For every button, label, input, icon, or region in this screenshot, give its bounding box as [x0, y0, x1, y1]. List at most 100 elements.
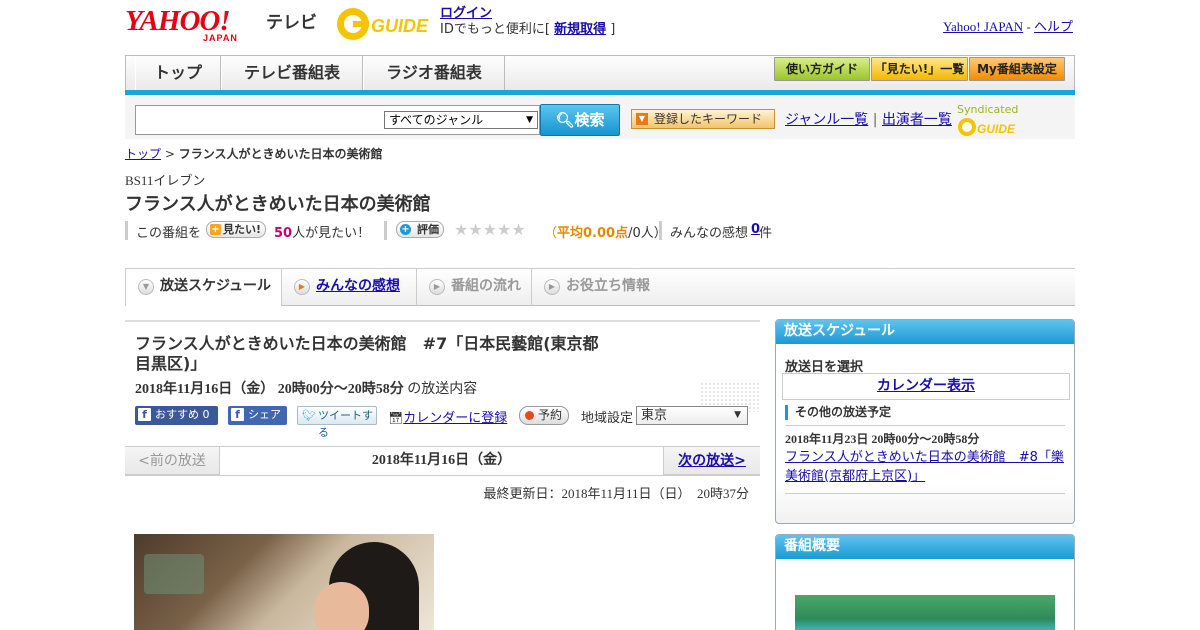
chevron-down-icon: ▼ [734, 410, 741, 420]
nav-tab-top[interactable]: トップ [135, 56, 221, 91]
performer-list-link[interactable]: 出演者一覧 [882, 112, 952, 128]
breadcrumb: トップ > フランス人がときめいた日本の美術館 [125, 145, 383, 162]
mitai-button[interactable]: + 見たい! [206, 221, 267, 238]
other-broadcast-item: フランス人がときめいた日本の美術館 #8「樂美術館(京都府上京区)」 [785, 448, 1067, 486]
header-links: Yahoo! JAPAN - ヘルプ [943, 16, 1073, 35]
mitai-count: 50 [274, 226, 293, 241]
dropdown-arrow-icon: ▼ [636, 113, 648, 125]
mitai-list-button[interactable]: 「見たい!」一覧 [871, 57, 968, 81]
other-broadcast-date: 2018年11月23日 20時00分～20時58分 [785, 432, 980, 446]
divider: | [872, 112, 878, 128]
mitai-count-text: 50人が見たい！ [274, 222, 370, 241]
plus-icon: + [210, 224, 221, 235]
calendar-icon: 📅︎ [388, 411, 404, 425]
episode-datetime-row: 2018年11月16日（金） 20時00分～20時58分 の放送内容 [135, 378, 477, 398]
breadcrumb-current: フランス人がときめいた日本の美術館 [178, 147, 383, 161]
calendar-view-link[interactable]: カレンダー表示 [877, 378, 975, 394]
header-dash: - [1023, 19, 1034, 34]
facebook-recommend-button[interactable]: f おすすめ 0 [135, 406, 218, 425]
calendar-view-button[interactable]: カレンダー表示 [782, 373, 1070, 400]
genre-list-link[interactable]: ジャンル一覧 [785, 112, 868, 128]
current-broadcast-date: 2018年11月16日（金） [220, 447, 663, 475]
breadcrumb-top-link[interactable]: トップ [125, 147, 161, 161]
tab-label: お役立ち情報 [566, 278, 650, 294]
tab-label: 放送スケジュール [160, 278, 272, 294]
genre-select[interactable]: すべてのジャンル ▼ [384, 111, 538, 129]
divider [785, 425, 1065, 426]
facebook-icon: f [138, 408, 151, 421]
nav-tab-radio-schedule[interactable]: ラジオ番組表 [363, 56, 505, 91]
svg-text:GUIDE: GUIDE [977, 122, 1016, 136]
tab-useful-info[interactable]: ▶ お役立ち情報 [532, 269, 667, 306]
gguide-logo[interactable]: GUIDE [335, 6, 435, 42]
episode-thumbnail-image [134, 534, 434, 630]
tv-label: テレビ [266, 13, 317, 33]
rating-summary: （平均0.00点/0人） [544, 222, 667, 241]
chevron-right-icon: ▶ [429, 279, 445, 295]
facebook-share-button[interactable]: f シェア [228, 406, 287, 425]
syndicated-gguide-badge: Syndicated GUIDE [957, 103, 1075, 138]
rating-pre: （ [544, 226, 558, 241]
program-summary-header: 番組概要 [776, 535, 1074, 559]
tweet-label: ツイートする [318, 409, 373, 439]
search-links: ジャンル一覧 | 出演者一覧 [785, 109, 952, 129]
chevron-down-icon: ▼ [138, 279, 154, 295]
chevron-right-icon: ▶ [294, 279, 310, 295]
episode-datetime-suffix: の放送内容 [407, 382, 478, 397]
region-label: 地域設定 [581, 411, 634, 426]
prev-broadcast-link[interactable]: <前の放送 [125, 447, 220, 475]
program-info-bar: この番組を + 見たい! 50人が見たい！ + 評価 ★★★★★ （平均0.00点/… [125, 220, 925, 242]
search-button[interactable]: 🔍︎検索 [540, 104, 620, 136]
breadcrumb-separator: > [164, 147, 175, 161]
divider [659, 221, 662, 240]
calendar-register[interactable]: 📅︎カレンダーに登録 [388, 407, 507, 426]
divider [785, 493, 1065, 494]
gguide-small-logo: GUIDE [958, 118, 1016, 136]
chevron-down-icon: ▼ [526, 115, 533, 125]
my-schedule-settings-button[interactable]: My番組表設定 [969, 57, 1065, 81]
registered-keyword-button[interactable]: ▼ 登録したキーワード [631, 109, 775, 129]
reserve-button[interactable]: 予約 [519, 406, 569, 425]
tab-program-flow[interactable]: ▶ 番組の流れ [417, 269, 532, 306]
search-bar: すべてのジャンル ▼ 🔍︎検索 ▼ 登録したキーワード ジャンル一覧 | 出演者… [125, 95, 1075, 139]
thumbnail-person-face [314, 582, 369, 630]
yahoo-japan-link[interactable]: Yahoo! JAPAN [943, 19, 1023, 34]
login-link[interactable]: ログイン [440, 6, 492, 21]
share-toolbar: f おすすめ 0 f シェア 🐦︎ ツイートする 📅︎カレンダーに登録 予約 地域設定… [135, 406, 760, 439]
channel-name: BS11イレブン [125, 173, 206, 188]
episode-datetime: 2018年11月16日（金） 20時00分～20時58分 [135, 382, 404, 397]
next-broadcast-link[interactable]: 次の放送> [663, 447, 760, 475]
next-broadcast-label[interactable]: 次の放送> [678, 453, 746, 469]
yahoo-japan-logo[interactable]: YAHOO! JAPAN [125, 6, 265, 46]
twitter-bird-icon: 🐦︎ [302, 409, 316, 422]
divider [384, 221, 387, 240]
reserve-label: 予約 [538, 408, 563, 422]
guide-button[interactable]: 使い方ガイド [774, 57, 870, 81]
rating-stars: ★★★★★ [454, 220, 526, 239]
registered-keyword-label: 登録したキーワード [654, 112, 763, 126]
facebook-share-label: シェア [248, 408, 281, 421]
page-title: フランス人がときめいた日本の美術館 [125, 194, 431, 215]
rate-button[interactable]: + 評価 [396, 221, 444, 238]
help-link[interactable]: ヘルプ [1034, 19, 1073, 34]
tweet-button[interactable]: 🐦︎ ツイートする [297, 406, 377, 439]
tab-broadcast-schedule[interactable]: ▼ 放送スケジュール [125, 269, 282, 306]
region-select-value: 東京 [641, 408, 668, 423]
tab-label: 番組の流れ [451, 278, 521, 294]
program-summary-box: 番組概要 [775, 534, 1075, 630]
mitai-prefix: この番組を [136, 226, 202, 241]
main-content: フランス人がときめいた日本の美術館 #7「日本民藝館(東京都目黒区)」 2018… [125, 320, 760, 630]
record-icon [525, 411, 534, 420]
chevron-right-icon: ▶ [544, 279, 560, 295]
program-summary-image [795, 595, 1055, 630]
global-nav: トップ テレビ番組表 ラジオ番組表 使い方ガイド 「見たい!」一覧 My番組表設… [125, 55, 1075, 91]
schedule-sidebar-header: 放送スケジュール [776, 320, 1074, 344]
signup-link[interactable]: 新規取得 [554, 22, 606, 37]
tab-impressions[interactable]: ▶ みんなの感想 [282, 269, 417, 306]
login-text-end: ] [610, 22, 616, 37]
other-broadcast-link[interactable]: フランス人がときめいた日本の美術館 #8「樂美術館(京都府上京区)」 [785, 450, 1064, 484]
nav-tab-tv-schedule[interactable]: テレビ番組表 [221, 56, 363, 91]
calendar-register-link[interactable]: カレンダーに登録 [403, 411, 507, 426]
region-select[interactable]: 東京 ▼ [636, 406, 748, 425]
last-updated: 最終更新日：2018年11月11日（日） 20時37分 [483, 486, 749, 501]
